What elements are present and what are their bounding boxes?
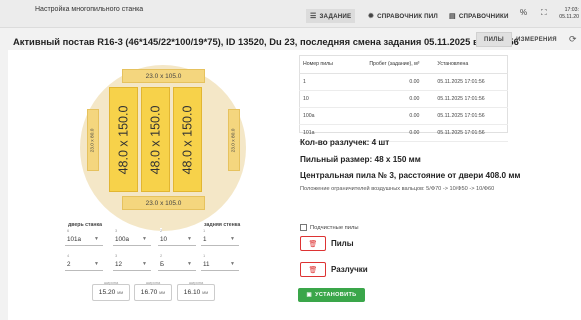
nav-saws-ref-button[interactable]: ✹ СПРАВОЧНИК ПИЛ xyxy=(364,9,442,23)
right-board: 23.0 x 80.0 xyxy=(228,109,240,171)
col-run: Пробег (задание), м³ xyxy=(348,55,424,74)
percent-icon[interactable]: % xyxy=(520,9,527,17)
spreaders-count: Кол-во разлучек: 4 шт xyxy=(300,138,390,147)
saw-select[interactable]: 2 Б ▼ xyxy=(158,253,196,271)
main-board: 48.0 x 150.0 xyxy=(141,87,170,192)
left-board: 23.0 x 80.0 xyxy=(87,109,99,171)
tab-measurements[interactable]: ИЗМЕРЕНИЯ xyxy=(513,32,560,47)
chevron-down-icon: ▼ xyxy=(142,261,147,267)
width-field[interactable]: ширина 16.70 мм xyxy=(134,280,172,301)
gear-icon: ✹ xyxy=(368,12,375,20)
clock: 17:03: 05.11.20 xyxy=(559,7,579,21)
checkbox-box[interactable] xyxy=(300,224,307,231)
col-installed: Установлена xyxy=(423,55,508,74)
trash-icon: 🗑 xyxy=(308,240,318,248)
trash-icon: 🗑 xyxy=(308,266,318,274)
saws-table: Номер пилы Пробег (задание), м³ Установл… xyxy=(299,55,508,142)
table-row[interactable]: 100а 0.00 05.11.2025 17:01:56 xyxy=(299,107,508,125)
cutting-diagram: 23.0 x 105.0 23.0 x 105.0 23.0 x 80.0 23… xyxy=(80,65,246,231)
main-board-label: 48.0 x 150.0 xyxy=(180,105,195,174)
width-field[interactable]: ширина 15.20 мм xyxy=(92,280,130,301)
left-board-label: 23.0 x 80.0 xyxy=(90,128,96,152)
list-icon: ☰ xyxy=(310,12,317,20)
nav-refs-button[interactable]: ▤ СПРАВОЧНИКИ xyxy=(445,9,513,23)
chevron-down-icon: ▼ xyxy=(187,261,192,267)
saw-select[interactable]: 2 10 ▼ xyxy=(158,228,196,246)
right-board-label: 23.0 x 80.0 xyxy=(231,128,237,152)
saw-select[interactable]: 1 11 ▼ xyxy=(201,253,239,271)
width-field[interactable]: ширина 16.10 мм xyxy=(177,280,215,301)
main-board: 48.0 x 150.0 xyxy=(173,87,202,192)
chevron-down-icon: ▼ xyxy=(187,236,192,242)
saws-label: Пилы xyxy=(331,239,354,248)
spreaders-button[interactable]: 🗑 xyxy=(300,262,326,277)
saw-size: Пильный размер: 48 x 150 мм xyxy=(300,155,421,164)
chevron-down-icon: ▼ xyxy=(230,261,235,267)
saw-select[interactable]: 3 12 ▼ xyxy=(113,253,151,271)
install-label: УСТАНОВИТЬ xyxy=(315,292,357,298)
sub-saws-label: Подчистные пилы xyxy=(310,224,359,231)
bottom-board: 23.0 x 105.0 xyxy=(122,196,205,210)
spreaders-label: Разлучки xyxy=(331,265,368,274)
fullscreen-icon[interactable]: ⛶ xyxy=(541,9,547,17)
app-title: Настройка многопильного станка xyxy=(35,6,144,13)
nav-task-button[interactable]: ☰ ЗАДАНИЕ xyxy=(306,9,356,23)
book-icon: ▤ xyxy=(449,12,456,20)
top-board: 23.0 x 105.0 xyxy=(122,69,205,83)
center-saw-info: Центральная пила № 3, расстояние от двер… xyxy=(300,171,521,180)
saw-select[interactable]: 6 101а ▼ xyxy=(65,228,103,246)
tab-saws[interactable]: ПИЛЫ xyxy=(476,32,512,47)
saw-select[interactable]: 1 1 ▼ xyxy=(201,228,239,246)
clock-time: 17:03: xyxy=(564,7,579,13)
chevron-down-icon: ▼ xyxy=(142,236,147,242)
chevron-down-icon: ▼ xyxy=(94,261,99,267)
install-button[interactable]: ▣ УСТАНОВИТЬ xyxy=(298,288,365,302)
table-row[interactable]: 1 0.00 05.11.2025 17:01:56 xyxy=(299,73,508,91)
page-title: Активный постав R16-3 (46*145/22*100/19*… xyxy=(13,36,519,47)
main-board-label: 48.0 x 150.0 xyxy=(148,105,163,174)
chevron-down-icon: ▼ xyxy=(230,236,235,242)
table-header-row: Номер пилы Пробег (задание), м³ Установл… xyxy=(299,55,508,74)
col-saw-number: Номер пилы xyxy=(299,55,349,74)
table-row[interactable]: 10 0.00 05.11.2025 17:01:56 xyxy=(299,90,508,108)
save-icon: ▣ xyxy=(306,292,313,298)
saw-select[interactable]: 4 2 ▼ xyxy=(65,253,103,271)
back-wall-label: задняя стенка xyxy=(204,222,241,228)
nav-task-label: ЗАДАНИЕ xyxy=(319,12,352,20)
door-label: дверь станка xyxy=(68,222,103,228)
saws-button[interactable]: 🗑 xyxy=(300,236,326,251)
sub-saws-checkbox[interactable]: Подчистные пилы xyxy=(300,224,359,231)
rollers-position: Положение ограничителей воздушных вальцо… xyxy=(300,186,495,192)
nav-refs-label: СПРАВОЧНИКИ xyxy=(458,12,509,20)
nav-saws-ref-label: СПРАВОЧНИК ПИЛ xyxy=(377,12,438,20)
top-bar: Настройка многопильного станка ☰ ЗАДАНИЕ… xyxy=(0,0,581,28)
refresh-icon[interactable]: ⟳ xyxy=(569,34,577,45)
main-board: 48.0 x 150.0 xyxy=(109,87,138,192)
saw-select[interactable]: 3 100а ▼ xyxy=(113,228,151,246)
clock-date: 05.11.20 xyxy=(559,14,579,20)
main-board-label: 48.0 x 150.0 xyxy=(116,105,131,174)
chevron-down-icon: ▼ xyxy=(94,236,99,242)
